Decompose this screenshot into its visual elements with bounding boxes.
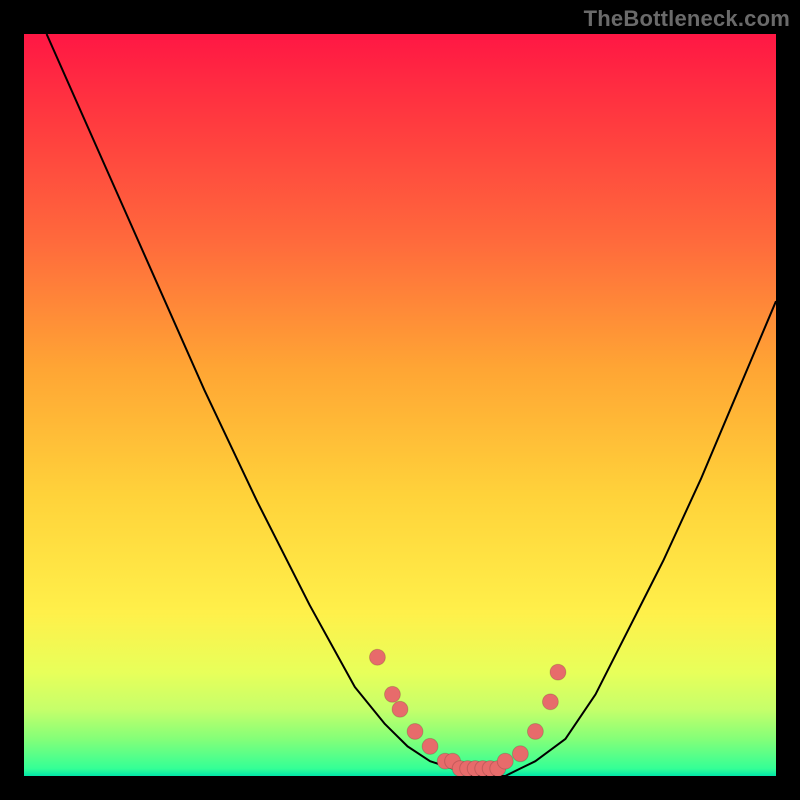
marker-dot <box>407 723 423 739</box>
marker-dot <box>512 746 528 762</box>
chart-svg <box>24 34 776 776</box>
watermark-text: TheBottleneck.com <box>584 6 790 32</box>
marker-dot <box>384 686 400 702</box>
marker-dot <box>422 738 438 754</box>
marker-dot <box>542 694 558 710</box>
marker-dot <box>369 649 385 665</box>
marker-dots-group <box>369 649 565 776</box>
marker-dot <box>497 753 513 769</box>
marker-dot <box>550 664 566 680</box>
marker-dot <box>527 723 543 739</box>
plot-area <box>22 32 778 778</box>
chart-frame: TheBottleneck.com <box>0 0 800 800</box>
marker-dot <box>392 701 408 717</box>
bottleneck-curve <box>47 34 776 776</box>
